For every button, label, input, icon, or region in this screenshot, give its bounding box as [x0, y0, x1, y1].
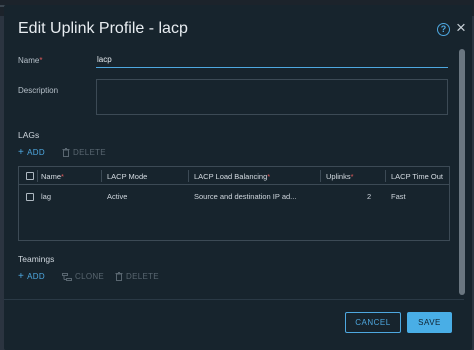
required-marker: *: [267, 172, 271, 181]
cell-lacp-load-balancing: Source and destination IP ad...: [194, 192, 297, 201]
column-separator: [101, 170, 102, 182]
teamings-add-button[interactable]: + ADD: [18, 270, 45, 282]
cell-uplinks: 2: [367, 192, 372, 201]
dialog-title: Edit Uplink Profile - lacp: [18, 20, 188, 37]
teamings-clone-button[interactable]: CLONE: [62, 272, 104, 281]
footer-divider: [4, 299, 464, 300]
edit-uplink-profile-dialog: Edit Uplink Profile - lacp ? × Name* Des…: [4, 5, 472, 350]
table-row[interactable]: lag Active Source and destination IP ad.…: [19, 186, 449, 208]
teamings-section-title: Teamings: [18, 254, 55, 264]
lags-table-header: Name* LACP Mode LACP Load Balancing* Upl…: [19, 167, 449, 185]
row-checkbox[interactable]: [26, 193, 34, 201]
lags-add-label: ADD: [27, 148, 45, 157]
trash-icon: [115, 272, 123, 281]
lags-table: Name* LACP Mode LACP Load Balancing* Upl…: [18, 166, 450, 241]
name-input[interactable]: [96, 52, 448, 68]
lags-delete-button[interactable]: DELETE: [62, 148, 106, 157]
column-header-lacp-mode: LACP Mode: [107, 172, 148, 181]
description-textarea[interactable]: [96, 79, 448, 115]
column-separator: [385, 170, 386, 182]
column-header-lacp-timeout: LACP Time Out: [391, 172, 443, 181]
close-icon[interactable]: ×: [456, 19, 466, 36]
teamings-delete-label: DELETE: [126, 272, 159, 281]
scrollbar-thumb[interactable]: [459, 49, 465, 295]
name-label: Name*: [18, 56, 42, 65]
clone-icon: [62, 272, 72, 281]
cell-name: lag: [41, 192, 52, 201]
description-label: Description: [18, 86, 59, 95]
column-header-lacp-load-balancing: LACP Load Balancing*: [194, 172, 270, 181]
column-header-name: Name*: [41, 172, 64, 181]
lags-add-button[interactable]: + ADD: [18, 146, 45, 158]
plus-icon: +: [18, 270, 25, 282]
column-header-lacp-load-balancing-text: LACP Load Balancing: [194, 172, 268, 181]
cell-lacp-mode: Active: [107, 192, 128, 201]
select-all-checkbox[interactable]: [26, 172, 34, 180]
column-separator: [188, 170, 189, 182]
column-header-name-text: Name: [41, 172, 62, 181]
column-header-uplinks: Uplinks*: [326, 172, 354, 181]
column-header-uplinks-text: Uplinks: [326, 172, 351, 181]
column-separator: [37, 170, 38, 182]
lags-section-title: LAGs: [18, 130, 40, 140]
name-label-text: Name: [18, 56, 40, 65]
cell-lacp-timeout: Fast: [391, 192, 406, 201]
trash-icon: [62, 148, 70, 157]
teamings-delete-button[interactable]: DELETE: [115, 272, 159, 281]
cancel-button[interactable]: CANCEL: [345, 312, 401, 333]
save-button[interactable]: SAVE: [407, 312, 452, 333]
plus-icon: +: [18, 146, 25, 158]
teamings-add-label: ADD: [27, 272, 45, 281]
column-separator: [320, 170, 321, 182]
required-marker: *: [39, 56, 43, 65]
lags-delete-label: DELETE: [73, 148, 106, 157]
teamings-clone-label: CLONE: [75, 272, 105, 281]
dialog-scrollbar[interactable]: [459, 49, 465, 295]
question-circle-icon[interactable]: ?: [437, 23, 450, 36]
required-marker: *: [61, 172, 64, 181]
required-marker: *: [350, 172, 354, 181]
